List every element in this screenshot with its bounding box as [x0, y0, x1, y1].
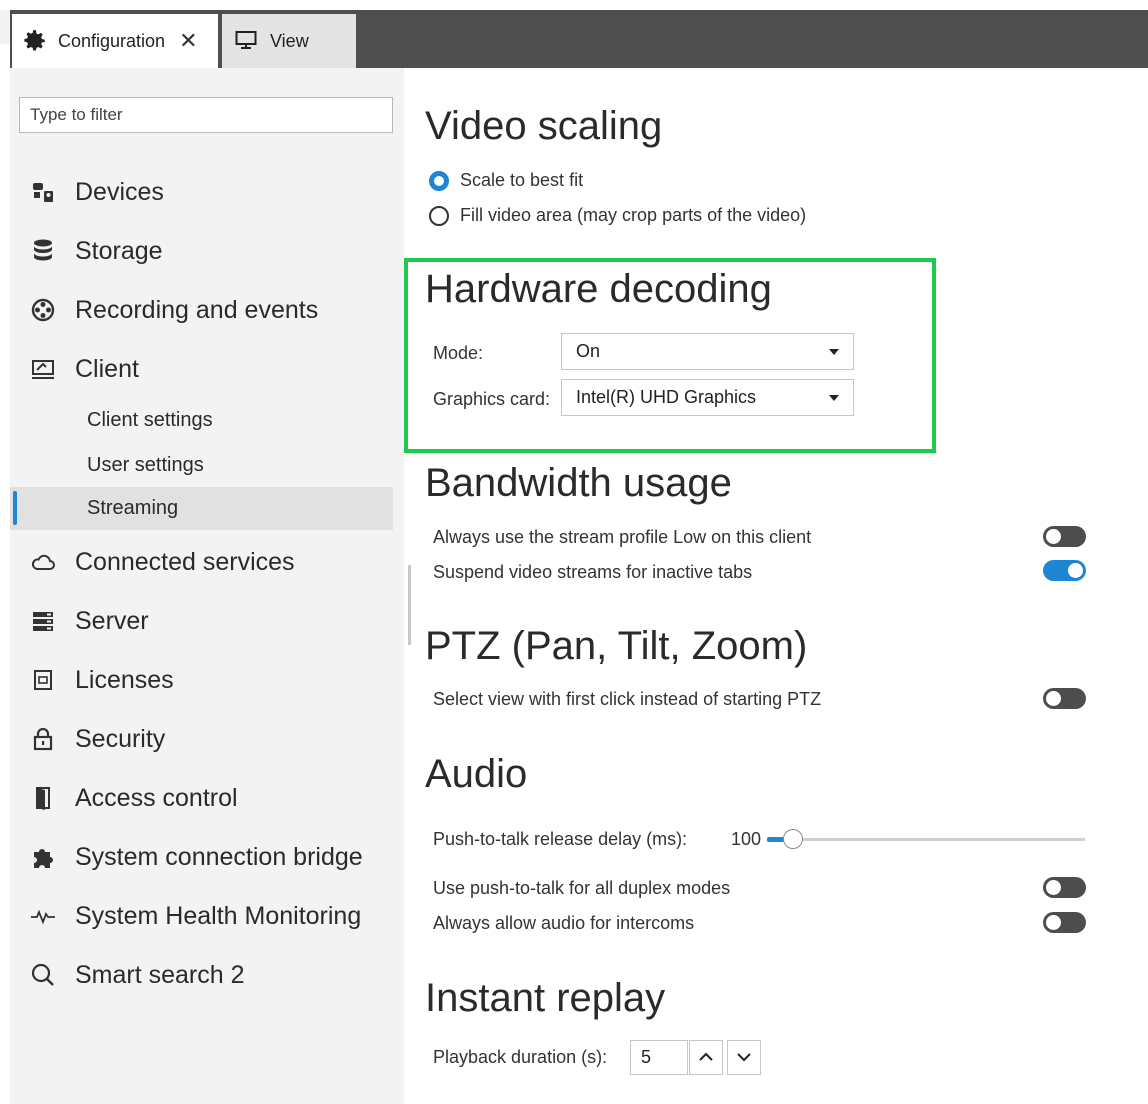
sidebar-item-label: Access control [75, 783, 238, 812]
chevron-up-icon [698, 1049, 714, 1067]
section-title-hardware-decoding: Hardware decoding [425, 267, 772, 311]
sidebar-item-smart-search[interactable]: Smart search 2 [10, 952, 404, 998]
sidebar-item-label: Client [75, 354, 139, 383]
playback-duration-value: 5 [641, 1047, 652, 1067]
gear-icon [22, 28, 48, 54]
top-margin [0, 0, 1148, 10]
sidebar-item-devices[interactable]: Devices [10, 169, 404, 215]
intercom-audio-label: Always allow audio for intercoms [433, 913, 695, 933]
decrement-button[interactable] [727, 1040, 761, 1075]
database-icon [30, 238, 56, 264]
ptz-first-click-label: Select view with first click instead of … [433, 689, 822, 709]
monitor-icon [234, 28, 260, 54]
tab-view[interactable]: View [222, 14, 356, 68]
intercom-audio-toggle[interactable] [1043, 912, 1086, 933]
sidebar-item-label: Licenses [75, 665, 174, 694]
cloud-icon [30, 549, 56, 575]
tab-configuration[interactable]: Configuration ✕ [12, 14, 218, 68]
ptz-first-click-toggle[interactable] [1043, 688, 1086, 709]
graphics-card-select-value: Intel(R) UHD Graphics [576, 387, 757, 407]
close-icon[interactable]: ✕ [179, 28, 197, 54]
sidebar-item-label: Smart search 2 [75, 960, 245, 989]
section-title-video-scaling: Video scaling [425, 104, 663, 148]
graphics-card-label: Graphics card: [433, 389, 551, 409]
sidebar-item-connected-services[interactable]: Connected services [10, 539, 404, 585]
ptt-delay-slider-track[interactable] [767, 838, 1085, 841]
sidebar-subitem-label: User settings [87, 453, 204, 476]
sidebar: Devices Storage Recording and events Cli… [10, 68, 404, 1104]
radio-scale-best-fit[interactable] [429, 171, 449, 191]
ptt-delay-value: 100 [731, 829, 762, 849]
ptt-duplex-label: Use push-to-talk for all duplex modes [433, 878, 731, 898]
ptt-duplex-toggle[interactable] [1043, 877, 1086, 898]
sidebar-item-label: Storage [75, 236, 163, 265]
ptt-delay-label: Push-to-talk release delay (ms): [433, 829, 688, 849]
tab-view-label: View [270, 30, 309, 51]
suspend-streams-toggle[interactable] [1043, 560, 1086, 581]
door-icon [30, 785, 56, 811]
sidebar-item-label: Recording and events [75, 295, 319, 324]
section-title-instant-replay: Instant replay [425, 976, 666, 1020]
chevron-down-icon [736, 1049, 752, 1067]
sidebar-item-label: System connection bridge [75, 842, 363, 871]
tab-configuration-label: Configuration [58, 30, 166, 51]
increment-button[interactable] [689, 1040, 723, 1075]
sidebar-item-recording[interactable]: Recording and events [10, 287, 404, 333]
search-icon [30, 962, 56, 988]
sidebar-item-storage[interactable]: Storage [10, 228, 404, 274]
sidebar-item-security[interactable]: Security [10, 716, 404, 762]
sidebar-item-client[interactable]: Client [10, 346, 404, 392]
sidebar-subitem-user-settings[interactable]: User settings [10, 444, 393, 486]
sidebar-item-label: System Health Monitoring [75, 901, 362, 930]
sidebar-item-label: Server [75, 606, 149, 635]
filter-input[interactable] [19, 97, 393, 133]
sidebar-item-label: Connected services [75, 547, 295, 576]
server-icon [30, 608, 56, 634]
sidebar-subitem-client-settings[interactable]: Client settings [10, 399, 393, 441]
sidebar-subitem-label: Streaming [87, 497, 179, 519]
license-icon [30, 667, 56, 693]
section-title-audio: Audio [425, 752, 528, 796]
graphics-card-select[interactable]: Intel(R) UHD Graphics [561, 379, 854, 416]
chevron-down-icon [829, 395, 839, 401]
sidebar-item-system-connection-bridge[interactable]: System connection bridge [10, 834, 404, 880]
radio-label: Fill video area (may crop parts of the v… [460, 205, 807, 225]
section-title-bandwidth: Bandwidth usage [425, 461, 732, 505]
sidebar-item-system-health[interactable]: System Health Monitoring [10, 893, 404, 939]
chevron-down-icon [829, 349, 839, 355]
suspend-streams-label: Suspend video streams for inactive tabs [433, 562, 753, 582]
mode-label: Mode: [433, 343, 484, 363]
playback-duration-input[interactable]: 5 [630, 1040, 688, 1075]
puzzle-icon [30, 844, 56, 870]
sidebar-item-label: Security [75, 724, 166, 753]
ptt-delay-slider-thumb[interactable] [783, 829, 803, 849]
section-title-ptz: PTZ (Pan, Tilt, Zoom) [425, 624, 808, 668]
lock-icon [30, 726, 56, 752]
sidebar-subitem-label: Client settings [87, 408, 213, 431]
sidebar-item-licenses[interactable]: Licenses [10, 657, 404, 703]
film-reel-icon [30, 297, 56, 323]
low-profile-toggle[interactable] [1043, 526, 1086, 547]
radio-fill-video-area[interactable] [429, 206, 449, 226]
mode-select[interactable]: On [561, 333, 854, 370]
mode-select-value: On [576, 341, 601, 361]
devices-icon [30, 179, 56, 205]
heartbeat-icon [30, 903, 56, 929]
sidebar-item-label: Devices [75, 177, 164, 206]
settings-panel: Video scaling Scale to best fit Fill vid… [404, 68, 1148, 1104]
low-profile-label: Always use the stream profile Low on thi… [433, 527, 812, 547]
sidebar-subitem-streaming[interactable]: Streaming [10, 487, 393, 530]
client-monitor-icon [30, 356, 56, 382]
sidebar-item-access-control[interactable]: Access control [10, 775, 404, 821]
radio-label: Scale to best fit [460, 170, 584, 190]
playback-duration-label: Playback duration (s): [433, 1047, 608, 1067]
sidebar-item-server[interactable]: Server [10, 598, 404, 644]
